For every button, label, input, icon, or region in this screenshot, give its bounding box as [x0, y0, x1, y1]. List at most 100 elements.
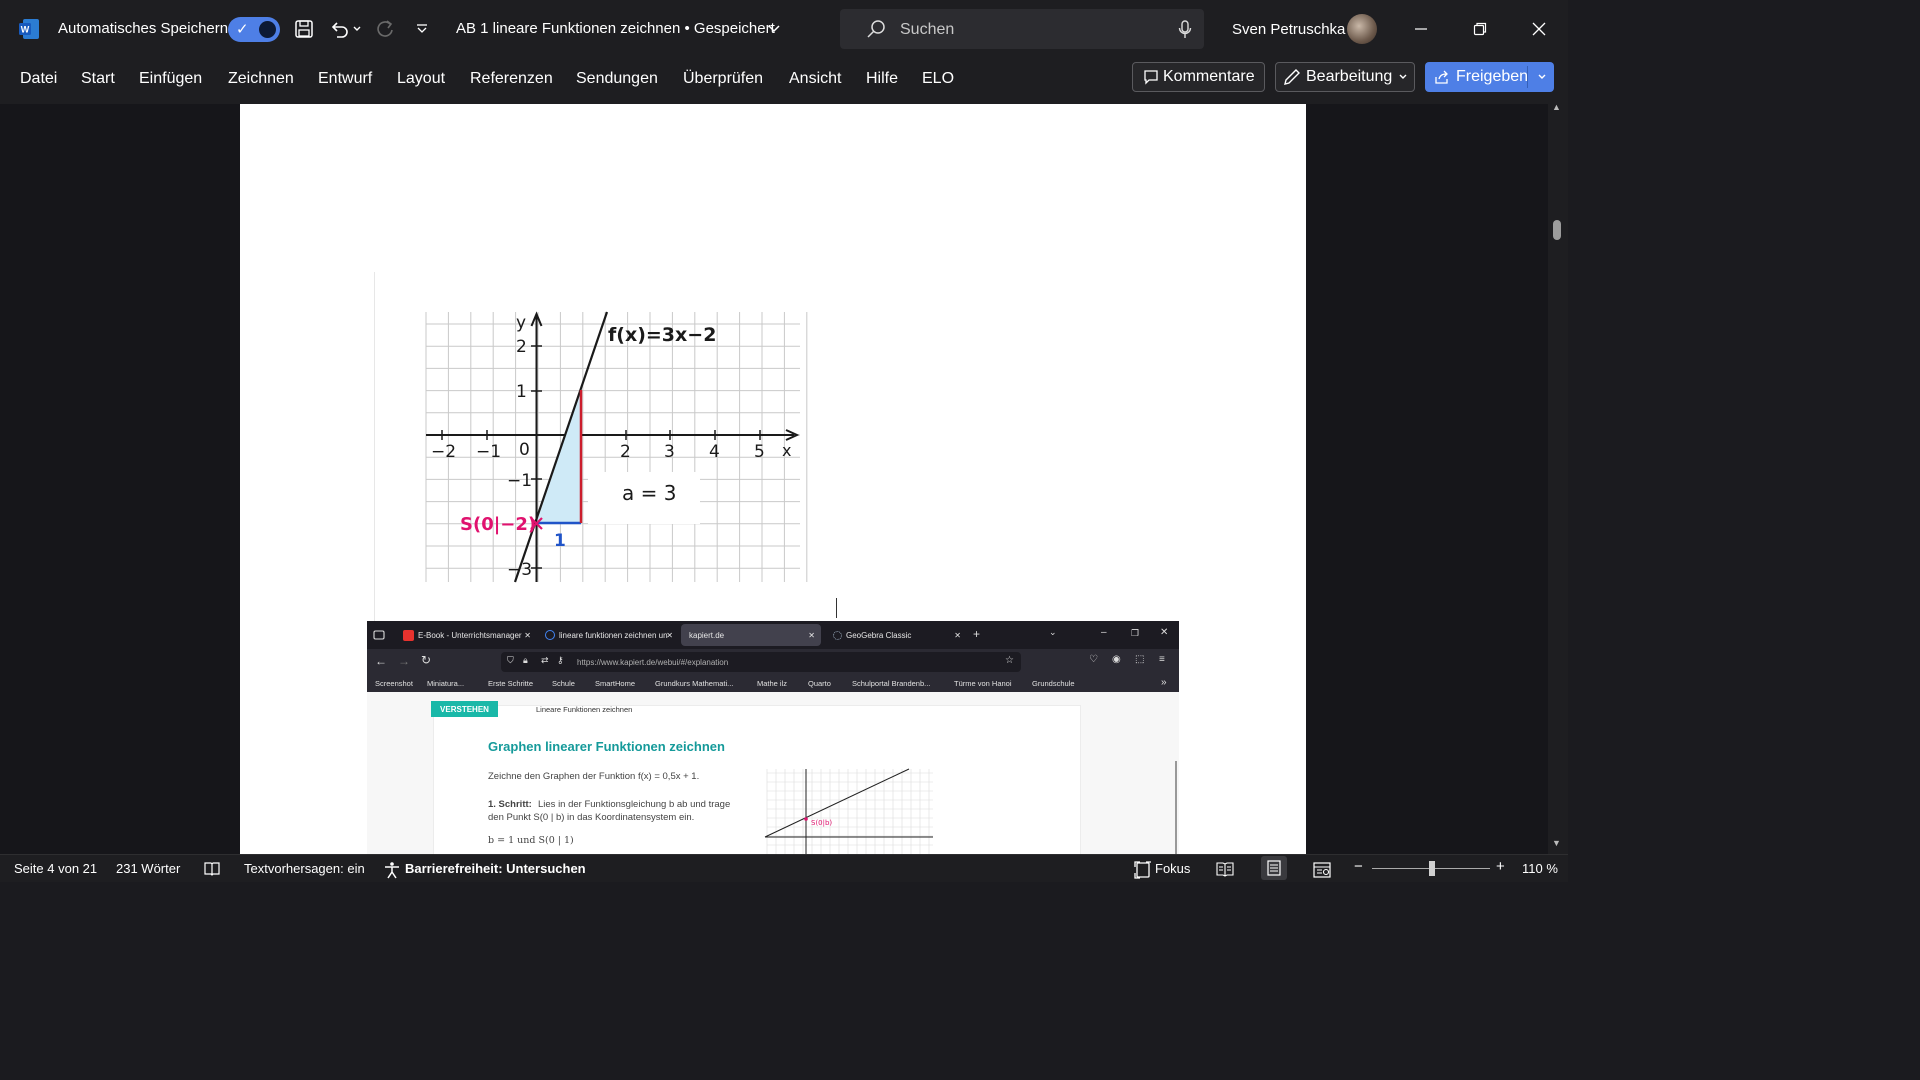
- function-graph-figure[interactable]: y x −2 −1 0 2 3 4 5 2 1 −1 −3 f(x)=3x−2 …: [376, 270, 846, 590]
- comments-button[interactable]: Kommentare: [1132, 62, 1265, 92]
- tab-ueberpruefen[interactable]: Überprüfen: [683, 70, 763, 88]
- margin-marker: [374, 272, 375, 622]
- print-layout-icon[interactable]: [1261, 856, 1287, 880]
- browser-close-icon: ✕: [1160, 627, 1169, 638]
- slope-label: a = 3: [622, 481, 676, 505]
- mini-graph: S(0|b): [764, 768, 933, 854]
- tab-referenzen[interactable]: Referenzen: [470, 70, 553, 88]
- web-layout-icon[interactable]: [1313, 861, 1331, 882]
- comments-label: Kommentare: [1163, 68, 1255, 85]
- bookmark-item: Mathe ilz: [757, 679, 788, 688]
- scrollbar-thumb[interactable]: [1553, 220, 1561, 240]
- bookmark-item: Türme von Hanoi: [954, 679, 1012, 688]
- embedded-browser-screenshot[interactable]: E-Book - Unterrichtsmanager ✕ lineare fu…: [367, 621, 1179, 854]
- x-tick-label: 5: [754, 442, 765, 462]
- tab-close-icon: ✕: [808, 630, 815, 640]
- customize-toolbar-icon[interactable]: [410, 17, 434, 41]
- x-axis-label: x: [782, 441, 791, 460]
- url-bar: ⛉ 🔒︎ ⇄ ⚷ https://www.kapiert.de/webui/#/…: [501, 652, 1021, 672]
- focus-icon[interactable]: [1134, 861, 1152, 882]
- svg-text:W: W: [21, 25, 30, 35]
- pencil-icon: [1284, 69, 1300, 85]
- read-mode-icon[interactable]: [1216, 861, 1234, 880]
- bookmarks-bar: Screenshot Miniatura... Erste Schritte S…: [367, 675, 1179, 692]
- close-icon[interactable]: [1527, 17, 1551, 41]
- bookmark-item: Grundschule: [1032, 679, 1075, 688]
- word-count[interactable]: 231 Wörter: [116, 861, 180, 876]
- point-label: S(0|−2): [460, 514, 536, 535]
- share-dropdown-icon[interactable]: [1537, 72, 1547, 82]
- browser-tab: GeoGebra Classic ✕: [825, 624, 963, 646]
- accessibility-status[interactable]: Barrierefreiheit: Untersuchen: [405, 861, 586, 876]
- redo-icon[interactable]: [373, 17, 397, 41]
- run-label: 1: [554, 531, 566, 551]
- zoom-level[interactable]: 110 %: [1522, 861, 1558, 876]
- scroll-down-icon[interactable]: ▼: [1552, 838, 1561, 848]
- step-label: 1. Schritt:: [488, 799, 532, 810]
- vertical-scrollbar[interactable]: ▲ ▼: [1548, 102, 1568, 854]
- share-label: Freigeben: [1456, 68, 1529, 85]
- bookmark-item: Schulportal Brandenb...: [852, 679, 931, 688]
- undo-dropdown-icon[interactable]: [348, 17, 366, 41]
- scroll-up-icon[interactable]: ▲: [1552, 102, 1561, 112]
- function-label: f(x)=3x−2: [608, 324, 716, 346]
- search-placeholder: Suchen: [900, 21, 955, 38]
- tab-zeichnen[interactable]: Zeichnen: [228, 70, 294, 88]
- text-prediction-status[interactable]: Textvorhersagen: ein: [244, 861, 365, 876]
- restore-icon[interactable]: [1468, 17, 1492, 41]
- pocket-icon: ♡: [1089, 654, 1098, 665]
- title-chevron-down-icon[interactable]: [762, 17, 786, 41]
- focus-label[interactable]: Fokus: [1155, 861, 1190, 876]
- bookmark-item: Schule: [552, 679, 575, 688]
- avatar[interactable]: [1347, 14, 1377, 44]
- text-cursor: [836, 598, 837, 618]
- url-text: https://www.kapiert.de/webui/#/explanati…: [577, 658, 729, 667]
- minimize-icon[interactable]: [1409, 17, 1433, 41]
- tab-entwurf[interactable]: Entwurf: [318, 70, 372, 88]
- reload-icon: ↻: [421, 653, 432, 667]
- zoom-in-icon[interactable]: +: [1496, 858, 1505, 875]
- tab-hilfe[interactable]: Hilfe: [866, 70, 898, 88]
- autosave-label: Automatisches Speichern: [58, 20, 229, 37]
- y-axis-label: y: [516, 313, 526, 333]
- save-icon[interactable]: [292, 17, 316, 41]
- document-page[interactable]: y x −2 −1 0 2 3 4 5 2 1 −1 −3 f(x)=3x−2 …: [240, 104, 1306, 854]
- x-tick-label: −1: [476, 442, 501, 462]
- tab-sendungen[interactable]: Sendungen: [576, 70, 658, 88]
- proofing-book-icon[interactable]: [203, 861, 221, 880]
- tab-einfuegen[interactable]: Einfügen: [139, 70, 202, 88]
- tab-elo[interactable]: ELO: [922, 70, 954, 88]
- tab-layout[interactable]: Layout: [397, 70, 445, 88]
- editing-button[interactable]: Bearbeitung: [1275, 62, 1415, 92]
- ebook-favicon-icon: [403, 629, 414, 641]
- search-input[interactable]: Suchen: [840, 9, 1204, 49]
- browser-minimize-icon: –: [1101, 627, 1107, 638]
- bookmarks-overflow-icon: »: [1161, 677, 1167, 688]
- autosave-toggle[interactable]: ✓: [228, 17, 280, 42]
- tab-datei[interactable]: Datei: [20, 70, 57, 88]
- page-count[interactable]: Seite 4 von 21: [14, 861, 97, 876]
- y-tick-label: 2: [516, 337, 527, 357]
- tab-list-icon: ⌄: [1049, 627, 1057, 637]
- browser-tab-bar: E-Book - Unterrichtsmanager ✕ lineare fu…: [367, 621, 1179, 649]
- microphone-icon[interactable]: [1178, 20, 1192, 39]
- lock-icon: 🔒︎: [523, 655, 528, 665]
- browser-tab-label: kapiert.de: [689, 630, 725, 640]
- share-button[interactable]: Freigeben: [1425, 62, 1554, 92]
- step-text: den Punkt S(0 | b) in das Koordinatensys…: [488, 812, 695, 823]
- forward-icon: →: [398, 654, 410, 668]
- accessibility-icon[interactable]: [383, 861, 401, 882]
- bookmark-item: SmartHome: [595, 679, 636, 688]
- editing-label: Bearbeitung: [1306, 68, 1393, 85]
- mini-point-label: S(0|b): [811, 819, 832, 827]
- browser-tab-label: E-Book - Unterrichtsmanager: [418, 630, 522, 640]
- word-logo-icon[interactable]: W: [19, 19, 39, 39]
- browser-tab-label: GeoGebra Classic: [846, 630, 912, 640]
- user-name[interactable]: Sven Petruschka: [1232, 21, 1345, 38]
- zoom-slider-thumb[interactable]: [1429, 861, 1435, 876]
- tab-ansicht[interactable]: Ansicht: [789, 70, 841, 88]
- document-title[interactable]: AB 1 lineare Funktionen zeichnen • Gespe…: [456, 20, 775, 37]
- ribbon: Datei Start Einfügen Zeichnen Entwurf La…: [0, 58, 1568, 104]
- zoom-out-icon[interactable]: −: [1354, 858, 1363, 875]
- tab-start[interactable]: Start: [81, 70, 115, 88]
